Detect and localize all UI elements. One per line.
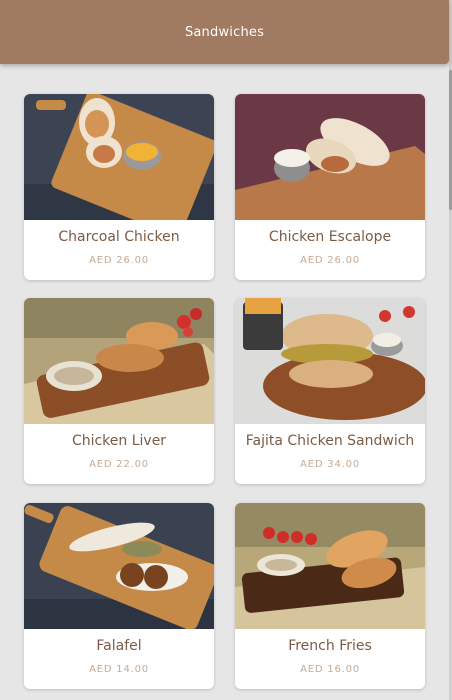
- item-name: Chicken Escalope: [268, 229, 392, 245]
- item-photo: [24, 503, 214, 629]
- item-photo: [235, 298, 425, 424]
- item-price: AED 26.00: [300, 255, 360, 266]
- item-photo: [24, 94, 214, 220]
- menu-item-card[interactable]: Fajita Chicken Sandwich AED 34.00: [235, 298, 425, 484]
- item-name: Fajita Chicken Sandwich: [245, 433, 415, 449]
- page-title: Sandwiches: [184, 24, 265, 40]
- menu-item-card[interactable]: French Fries AED 16.00: [235, 503, 425, 689]
- item-price: AED 26.00: [89, 255, 149, 266]
- item-price: AED 14.00: [89, 664, 149, 675]
- item-name: Chicken Liver: [71, 433, 167, 449]
- menu-grid: Charcoal Chicken AED 26.00 Chicken Escal…: [0, 0, 449, 700]
- menu-item-card[interactable]: Chicken Liver AED 22.00: [24, 298, 214, 484]
- item-price: AED 22.00: [89, 459, 149, 470]
- app-header: Sandwiches: [0, 0, 449, 64]
- item-photo: [24, 298, 214, 424]
- menu-item-card[interactable]: Falafel AED 14.00: [24, 503, 214, 689]
- item-name: Charcoal Chicken: [58, 229, 180, 245]
- menu-item-card[interactable]: Chicken Escalope AED 26.00: [235, 94, 425, 280]
- item-name: French Fries: [288, 638, 372, 654]
- item-photo: [235, 503, 425, 629]
- item-photo: [235, 94, 425, 220]
- item-name: Falafel: [96, 638, 142, 654]
- item-price: AED 16.00: [300, 664, 360, 675]
- menu-item-card[interactable]: Charcoal Chicken AED 26.00: [24, 94, 214, 280]
- item-price: AED 34.00: [300, 459, 360, 470]
